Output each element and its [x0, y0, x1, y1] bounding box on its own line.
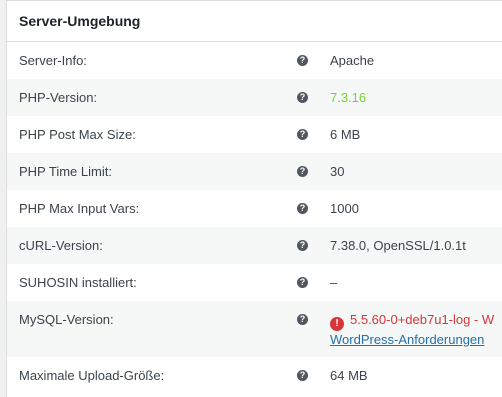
- row-php-post-max-size: PHP Post Max Size: ? 6 MB: [7, 116, 502, 153]
- row-server-info: Server-Info: ? Apache: [7, 42, 502, 79]
- row-php-max-input-vars: PHP Max Input Vars: ? 1000: [7, 190, 502, 227]
- help-icon[interactable]: ?: [297, 166, 308, 177]
- label-mysql-version: MySQL-Version:: [19, 312, 114, 327]
- row-curl-version: cURL-Version: ? 7.38.0, OpenSSL/1.0.1t: [7, 227, 502, 264]
- label-php-time-limit: PHP Time Limit:: [19, 164, 112, 179]
- label-php-version: PHP-Version:: [19, 90, 98, 105]
- value-php-post-max-size: 6 MB: [330, 127, 361, 142]
- section-title: Server-Umgebung: [7, 1, 502, 42]
- value-server-info: Apache: [330, 53, 375, 68]
- row-php-time-limit: PHP Time Limit: ? 30: [7, 153, 502, 190]
- value-php-time-limit: 30: [330, 164, 345, 179]
- value-suhosin: –: [330, 275, 338, 290]
- label-server-info: Server-Info:: [19, 53, 87, 68]
- label-curl-version: cURL-Version:: [19, 238, 103, 253]
- row-max-upload-size: Maximale Upload-Größe: ? 64 MB: [7, 357, 502, 394]
- help-icon[interactable]: ?: [297, 370, 308, 381]
- value-max-upload-size: 64 MB: [330, 368, 368, 383]
- row-suhosin: SUHOSIN installiert: ? –: [7, 264, 502, 301]
- help-icon[interactable]: ?: [297, 277, 308, 288]
- help-icon[interactable]: ?: [297, 55, 308, 66]
- server-environment-panel: Server-Umgebung Server-Info: ? Apache PH…: [6, 0, 502, 397]
- label-suhosin: SUHOSIN installiert:: [19, 275, 137, 290]
- label-php-max-input-vars: PHP Max Input Vars:: [19, 201, 140, 216]
- label-php-post-max-size: PHP Post Max Size:: [19, 127, 136, 142]
- help-icon[interactable]: ?: [297, 314, 308, 325]
- value-curl-version: 7.38.0, OpenSSL/1.0.1t: [330, 238, 466, 253]
- help-icon[interactable]: ?: [297, 240, 308, 251]
- value-mysql-version: ! 5.5.60-0+deb7u1-log - W: [330, 312, 494, 331]
- row-mysql-version: MySQL-Version: ? ! 5.5.60-0+deb7u1-log - …: [7, 301, 502, 357]
- row-php-version: PHP-Version: ? 7.3.16: [7, 79, 502, 116]
- help-icon[interactable]: ?: [297, 203, 308, 214]
- help-icon[interactable]: ?: [297, 92, 308, 103]
- value-php-version: 7.3.16: [330, 90, 367, 105]
- help-icon[interactable]: ?: [297, 129, 308, 140]
- wordpress-requirements-link[interactable]: WordPress-Anforderungen: [330, 332, 484, 347]
- error-icon: !: [330, 317, 344, 331]
- label-max-upload-size: Maximale Upload-Größe:: [19, 368, 165, 383]
- mysql-version-text: 5.5.60-0+deb7u1-log - W: [350, 312, 495, 327]
- value-php-max-input-vars: 1000: [330, 201, 359, 216]
